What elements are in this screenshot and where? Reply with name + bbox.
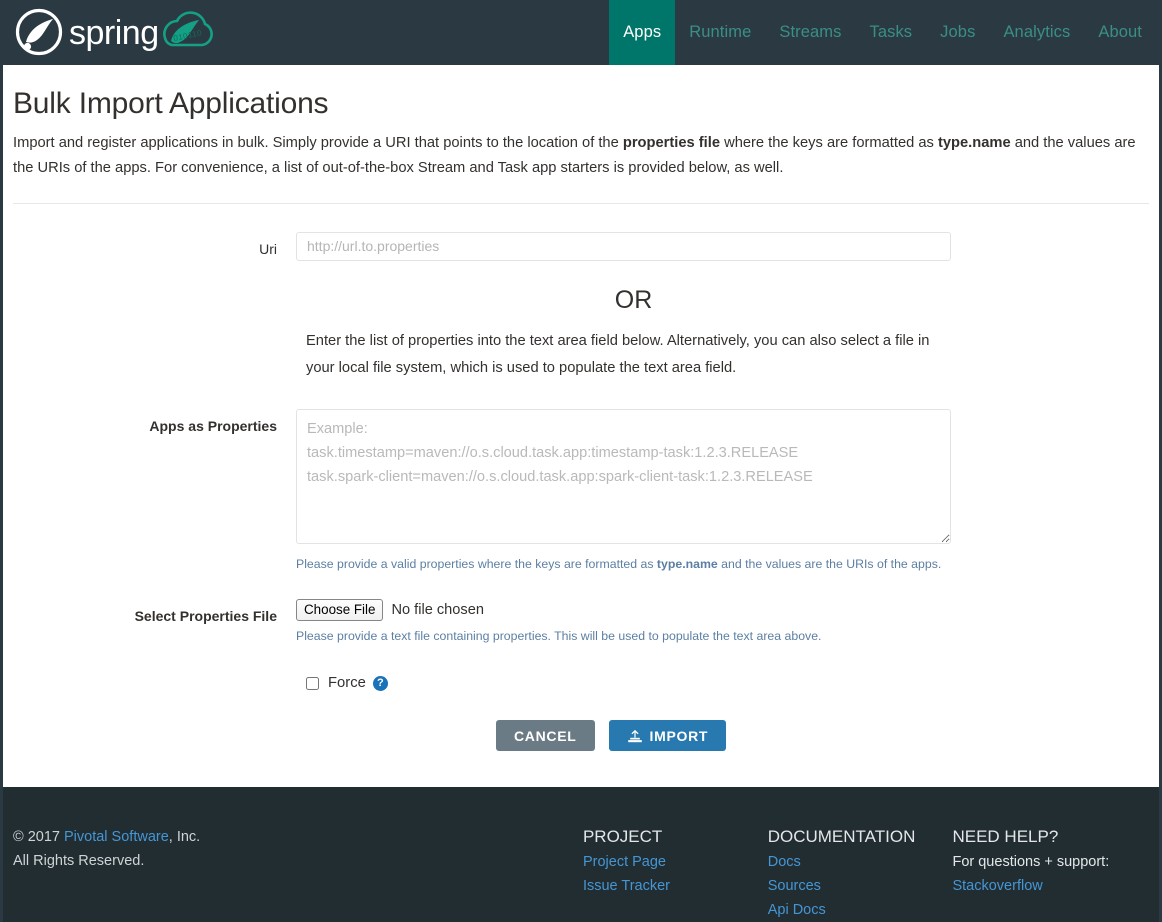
nav-item-tasks[interactable]: Tasks: [855, 0, 926, 65]
apps-as-properties-textarea[interactable]: [296, 408, 951, 544]
app-root: spring 010110 Apps Runtime Streams Tasks…: [0, 0, 1162, 922]
footer-link-stackoverflow[interactable]: Stackoverflow: [952, 874, 1149, 898]
desc-bold-type-name: type.name: [937, 134, 1011, 151]
apps-as-properties-label: Apps as Properties: [149, 417, 277, 434]
properties-control: Please provide a valid properties where …: [296, 408, 951, 573]
page-description: Import and register applications in bulk…: [13, 131, 1149, 181]
footer-link-issue-tracker[interactable]: Issue Tracker: [583, 874, 768, 898]
uri-label: Uri: [259, 240, 277, 257]
footer-column-project: PROJECT Project Page Issue Tracker: [583, 825, 768, 922]
select-file-form-row: Select Properties File Choose File No fi…: [13, 598, 1149, 645]
properties-help-text: Please provide a valid properties where …: [296, 555, 951, 573]
footer-heading-documentation: DOCUMENTATION: [767, 827, 916, 846]
footer-link-project-page[interactable]: Project Page: [583, 850, 768, 874]
cancel-button[interactable]: CANCEL: [496, 720, 595, 752]
main-content: Bulk Import Applications Import and regi…: [3, 65, 1159, 787]
copyright-prefix: © 2017: [13, 829, 64, 845]
nav-item-about[interactable]: About: [1084, 0, 1159, 65]
desc-text-1: Import and register applications in bulk…: [13, 134, 623, 151]
desc-text-2: where the keys are formatted as: [720, 134, 938, 151]
import-upload-icon: [627, 729, 642, 743]
footer-link-api-docs[interactable]: Api Docs: [768, 898, 953, 922]
nav-item-analytics[interactable]: Analytics: [989, 0, 1084, 65]
choose-file-button[interactable]: Choose File: [296, 598, 384, 621]
or-instructions: Enter the list of properties into the te…: [306, 332, 930, 376]
force-checkbox[interactable]: [306, 676, 319, 690]
bulk-import-form: Uri OR Enter the list of properties into…: [13, 204, 1149, 752]
file-status-text: No file chosen: [391, 601, 484, 618]
properties-form-row: Apps as Properties Please provide a vali…: [13, 408, 1149, 573]
uri-form-row: Uri: [13, 231, 1149, 261]
footer-heading-need-help: NEED HELP?: [952, 827, 1059, 846]
or-title: OR: [614, 285, 653, 314]
form-actions: CANCEL IMPORT: [13, 720, 1149, 752]
footer-copyright: © 2017 Pivotal Software, Inc. All Rights…: [13, 825, 583, 922]
pivotal-software-link[interactable]: Pivotal Software: [64, 829, 169, 845]
properties-help-1: Please provide a valid properties where …: [296, 556, 657, 571]
select-properties-file-label: Select Properties File: [134, 607, 277, 624]
force-form-row: Force ?: [13, 675, 1149, 691]
spring-logo-svg: spring 010110: [15, 8, 213, 55]
footer-column-documentation: DOCUMENTATION Docs Sources Api Docs: [768, 825, 953, 922]
nav-item-jobs[interactable]: Jobs: [926, 0, 989, 65]
import-button[interactable]: IMPORT: [608, 720, 727, 752]
svg-text:spring: spring: [69, 14, 159, 52]
top-navigation-bar: spring 010110 Apps Runtime Streams Tasks…: [3, 0, 1159, 65]
file-control: Choose File No file chosen Please provid…: [296, 598, 951, 645]
footer-link-docs[interactable]: Docs: [768, 850, 953, 874]
question-mark-icon[interactable]: ?: [372, 675, 388, 691]
uri-input[interactable]: [296, 231, 951, 261]
footer-support-note: For questions + support:: [952, 854, 1110, 870]
page-footer: © 2017 Pivotal Software, Inc. All Rights…: [3, 787, 1159, 922]
import-button-label: IMPORT: [649, 727, 709, 744]
nav-item-streams[interactable]: Streams: [765, 0, 855, 65]
copyright-line: © 2017 Pivotal Software, Inc.: [13, 825, 583, 849]
copyright-suffix: , Inc.: [168, 829, 201, 845]
file-help-text: Please provide a text file containing pr…: [296, 628, 822, 643]
file-input-wrapper[interactable]: Choose File No file chosen: [296, 598, 951, 621]
or-section: OR Enter the list of properties into the…: [306, 285, 961, 382]
footer-heading-project: PROJECT: [582, 827, 663, 846]
rights-reserved: All Rights Reserved.: [13, 853, 145, 869]
nav-item-apps[interactable]: Apps: [609, 0, 676, 65]
force-label: Force: [328, 675, 366, 692]
properties-help-2: and the values are the URIs of the apps.: [717, 556, 942, 571]
button-spacer: [13, 720, 496, 751]
properties-help-bold: type.name: [656, 556, 718, 571]
desc-bold-properties-file: properties file: [622, 134, 720, 151]
nav-item-runtime[interactable]: Runtime: [675, 0, 765, 65]
spring-cloud-dataflow-logo[interactable]: spring 010110: [3, 0, 238, 65]
footer-link-sources[interactable]: Sources: [768, 874, 953, 898]
footer-column-need-help: NEED HELP? For questions + support: Stac…: [952, 825, 1149, 922]
page-title: Bulk Import Applications: [13, 87, 329, 120]
uri-control: [296, 231, 951, 261]
nav-links: Apps Runtime Streams Tasks Jobs Analytic…: [609, 0, 1159, 65]
